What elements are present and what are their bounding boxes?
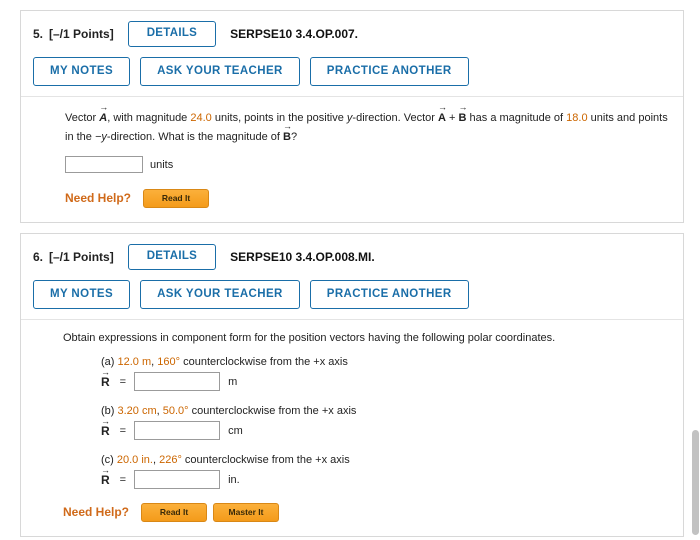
problem-5-answer-line: units [65,156,669,174]
problem-6-points: [–/1 Points] [49,249,114,264]
part-b-rest: counterclockwise from the +x axis [188,405,357,417]
vector-b-symbol: → B [458,102,468,125]
part-c-answer-row: → R = in. [101,464,669,489]
ask-your-teacher-button-6[interactable]: ASK YOUR TEACHER [140,279,300,309]
need-help-row-6: Need Help? Read It Master It [63,503,669,522]
part-a-value: 12.0 m [117,356,152,368]
answer-input-5[interactable] [65,156,143,174]
part-c-equals: = [119,473,127,486]
details-button-6[interactable]: DETAILS [127,244,217,270]
part-a-label: (a) 12.0 m, 160° counterclockwise from t… [101,356,669,368]
q5-axis-2: −y [94,130,107,143]
answer-unit-5: units [150,158,174,171]
problem-6-part-a: (a) 12.0 m, 160° counterclockwise from t… [101,356,669,391]
problem-6-intro: Obtain expressions in component form for… [63,332,556,344]
part-b-answer-row: → R = cm [101,415,669,440]
problem-6-number: 6. [33,249,44,264]
vector-arrow-icon: → [101,415,110,426]
vector-arrow-icon: → [438,102,448,112]
problem-card-6: 6. [–/1 Points] DETAILS SERPSE10 3.4.OP.… [20,233,684,537]
part-a-answer-row: → R = m [101,366,669,391]
need-help-row-5: Need Help? Read It [65,189,669,208]
problem-card-5: 5. [–/1 Points] DETAILS SERPSE10 3.4.OP.… [20,10,684,223]
scrollbar-track[interactable] [691,0,700,540]
problem-5-points: [–/1 Points] [49,26,114,41]
practice-another-button-6[interactable]: PRACTICE ANOTHER [309,279,469,309]
part-c-rest: counterclockwise from the +x axis [181,454,350,466]
vector-r-symbol-b: → R [101,415,110,438]
part-a-angle: 160° [157,356,181,368]
q5-magnitude-1: 24.0 [190,112,212,124]
q5-seg7: -direction. What is the magnitude of [106,130,283,143]
problem-5-code: SERPSE10 3.4.OP.007. [230,26,359,41]
answer-input-6c[interactable] [134,470,221,489]
part-c-label: (c) 20.0 in., 226° counterclockwise from… [101,454,669,466]
vector-arrow-icon: → [99,102,109,112]
q5-seg2: , with magnitude [107,112,191,124]
vector-r-symbol-c: → R [101,464,110,487]
read-it-button-5[interactable]: Read It [143,189,210,208]
problem-6-part-c: (c) 20.0 in., 226° counterclockwise from… [101,454,669,489]
part-c-angle: 226° [159,454,182,466]
practice-another-button-5[interactable]: PRACTICE ANOTHER [309,56,469,86]
vector-arrow-icon: → [458,102,468,112]
read-it-button-6[interactable]: Read It [141,503,208,522]
vector-arrow-icon: → [101,366,110,377]
vector-arrow-icon: → [283,120,292,131]
problem-6-body: Obtain expressions in component form for… [21,319,683,536]
q5-plus: + [445,112,459,124]
answer-input-6b[interactable] [134,421,221,440]
problem-6-button-row: MY NOTES ASK YOUR TEACHER PRACTICE ANOTH… [21,270,683,320]
part-c-value: 20.0 in. [116,454,153,466]
details-button-5[interactable]: DETAILS [127,21,217,47]
master-it-button-6[interactable]: Master It [213,503,280,522]
assignment-page: 5. [–/1 Points] DETAILS SERPSE10 3.4.OP.… [0,0,700,540]
problem-5-button-row: MY NOTES ASK YOUR TEACHER PRACTICE ANOTH… [21,47,683,97]
problem-5-question-text: Vector → A, with magnitude 24.0 units, po… [65,102,669,146]
problem-5-body: Vector → A, with magnitude 24.0 units, po… [21,96,683,222]
part-b-label: (b) 3.20 cm, 50.0° counterclockwise from… [101,405,669,417]
vector-a-symbol-2: → A [438,102,448,125]
part-a-unit: m [228,375,238,388]
q5-magnitude-2: 18.0 [566,112,588,124]
my-notes-button-6[interactable]: MY NOTES [33,279,131,309]
q5-seg1: Vector [65,112,100,124]
problem-5-header: 5. [–/1 Points] DETAILS SERPSE10 3.4.OP.… [21,11,683,47]
q5-seg4: -direction. Vector [352,112,439,124]
part-a-equals: = [119,375,127,388]
vector-r-symbol-a: → R [101,366,110,389]
part-b-value: 3.20 cm [117,405,157,417]
q5-seg8: ? [290,130,298,143]
part-b-angle: 50.0° [162,405,189,417]
q5-seg5: has a magnitude of [466,112,567,124]
scrollbar-thumb[interactable] [692,430,699,535]
part-a-rest: counterclockwise from the +x axis [180,356,348,368]
problem-6-code: SERPSE10 3.4.OP.008.MI. [230,249,375,264]
vector-b-symbol-2: → B [283,120,292,143]
part-b-unit: cm [228,424,243,437]
answer-input-6a[interactable] [134,372,221,391]
vector-a-symbol: → A [99,102,109,125]
problem-5-number: 5. [33,26,44,41]
part-c-unit: in. [228,473,240,486]
need-help-label-6: Need Help? [63,505,130,520]
part-b-equals: = [119,424,127,437]
need-help-label-5: Need Help? [65,191,132,206]
problem-6-header: 6. [–/1 Points] DETAILS SERPSE10 3.4.OP.… [21,234,683,270]
vector-arrow-icon: → [101,464,110,475]
ask-your-teacher-button-5[interactable]: ASK YOUR TEACHER [140,56,300,86]
q5-seg3: units, points in the positive [211,112,347,124]
problem-6-part-b: (b) 3.20 cm, 50.0° counterclockwise from… [101,405,669,440]
my-notes-button-5[interactable]: MY NOTES [33,56,131,86]
